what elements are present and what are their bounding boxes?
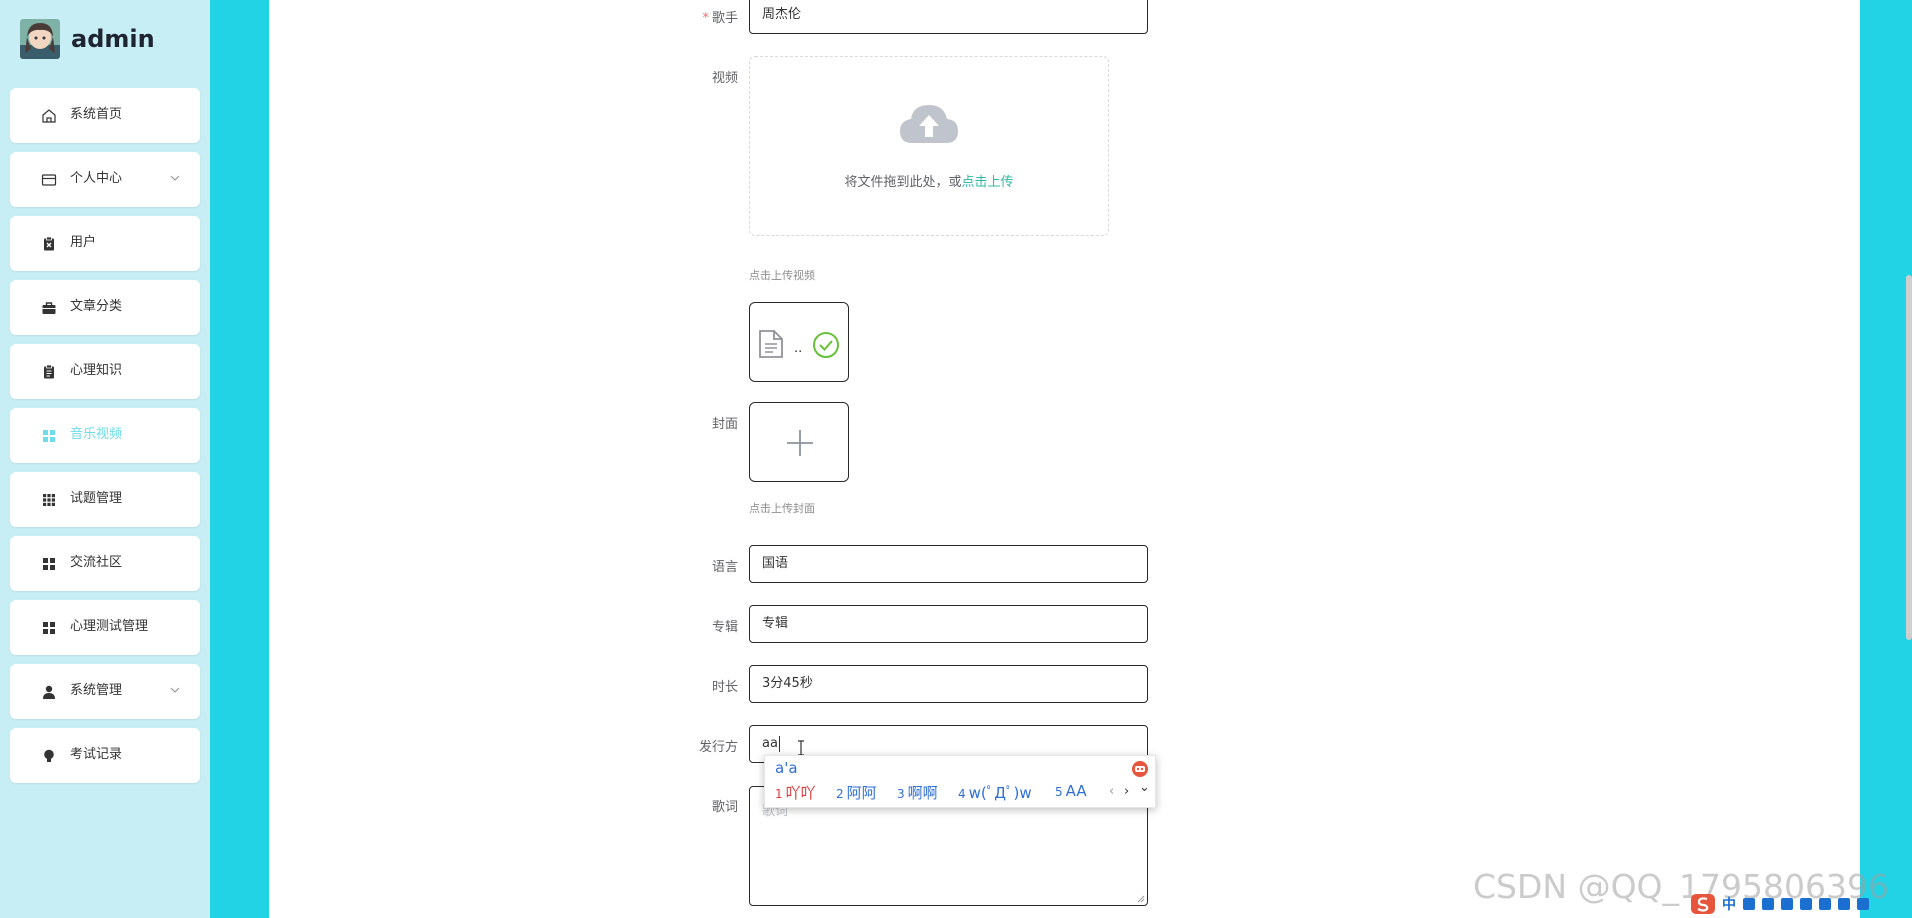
publisher-label: 发行方	[698, 740, 738, 755]
ime-prev-page-button[interactable]: ‹	[1109, 784, 1114, 799]
chevron-down-icon	[170, 687, 180, 693]
main-content: * 歌手 周杰伦 视频 将文件拖到此处，或点击上传 点击上传视频 .. 封面 点击…	[269, 0, 1860, 918]
toolbox-icon[interactable]	[1819, 898, 1831, 910]
sidebar-item-label: 音乐视频	[70, 427, 123, 442]
click-upload-link[interactable]: 点击上传	[962, 175, 1014, 190]
avatar	[20, 19, 60, 59]
sidebar-item-community[interactable]: 交流社区	[10, 536, 200, 591]
dropzone-text: 将文件拖到此处，或点击上传	[844, 175, 1014, 190]
sidebar-item-psych-test-management[interactable]: 心理测试管理	[10, 600, 200, 655]
duration-input[interactable]: 3分45秒	[749, 665, 1148, 703]
plus-icon	[787, 430, 813, 456]
ime-candidate-1[interactable]: 1 吖吖	[775, 782, 816, 803]
ime-language-toggle[interactable]: 中	[1722, 894, 1736, 914]
video-upload-tip: 点击上传视频	[749, 269, 815, 282]
video-upload-dropzone[interactable]: 将文件拖到此处，或点击上传	[749, 56, 1109, 236]
sidebar-item-label: 用户	[70, 235, 97, 250]
ime-candidate-4[interactable]: 4 w(ﾟДﾟ)w	[958, 782, 1032, 803]
bulb-icon	[44, 749, 54, 762]
chevron-down-icon	[170, 175, 180, 181]
ime-candidate-2[interactable]: 2 阿阿	[836, 782, 877, 803]
ime-candidate-popup: a'a 1 吖吖 2 阿阿 3 啊啊 4 w(ﾟДﾟ)w 5 AA ‹ › ⌄	[764, 755, 1156, 808]
sidebar-item-personal-center[interactable]: 个人中心	[10, 152, 200, 207]
cover-upload-button[interactable]	[749, 402, 849, 482]
text-cursor-icon	[798, 740, 804, 756]
clipboard-list-icon	[44, 364, 54, 379]
ime-expand-button[interactable]: ⌄	[1139, 780, 1150, 795]
ime-candidate-3[interactable]: 3 啊啊	[897, 782, 938, 803]
user-profile: admin	[20, 18, 155, 60]
sidebar-item-exam-records[interactable]: 考试记录	[10, 728, 200, 783]
sidebar-item-label: 系统首页	[70, 107, 123, 122]
ime-next-page-button[interactable]: ›	[1124, 784, 1129, 799]
video-label: 视频	[711, 71, 738, 86]
ime-skin-icon[interactable]	[1131, 760, 1149, 778]
ime-toolbar: 中	[1690, 890, 1912, 918]
clipboard-x-icon	[44, 236, 54, 251]
resize-handle-icon[interactable]	[1137, 895, 1145, 903]
username: admin	[71, 25, 155, 53]
punctuation-icon[interactable]	[1743, 898, 1755, 910]
singer-input[interactable]: 周杰伦	[749, 0, 1148, 34]
cloud-upload-icon	[900, 105, 958, 143]
grid-icon	[43, 622, 55, 634]
sidebar-item-music-video[interactable]: 音乐视频	[10, 408, 200, 463]
required-asterisk: *	[702, 11, 709, 26]
settings-icon[interactable]	[1857, 898, 1869, 910]
sidebar-item-article-category[interactable]: 文章分类	[10, 280, 200, 335]
document-icon	[759, 330, 783, 358]
sidebar-item-psych-knowledge[interactable]: 心理知识	[10, 344, 200, 399]
sidebar-item-label: 试题管理	[70, 491, 123, 506]
sidebar-item-label: 个人中心	[70, 171, 123, 186]
sogou-logo-icon[interactable]	[1690, 893, 1716, 915]
album-input[interactable]: 专辑	[749, 605, 1148, 643]
skin-icon[interactable]	[1800, 898, 1812, 910]
page-scrollbar[interactable]	[1906, 275, 1912, 640]
sidebar-item-users[interactable]: 用户	[10, 216, 200, 271]
sidebar-item-label: 考试记录	[70, 747, 123, 762]
language-input[interactable]: 国语	[749, 545, 1148, 583]
grid-icon	[43, 558, 55, 570]
cover-upload-tip: 点击上传封面	[749, 502, 815, 515]
sidebar-item-label: 系统管理	[70, 683, 123, 698]
sidebar: admin 系统首页 个人中心 用户 文章分类 心理知识 音乐视频 试题管理 交…	[0, 0, 210, 918]
briefcase-icon	[42, 302, 56, 314]
ime-composition: a'a	[775, 759, 798, 777]
home-icon	[42, 109, 56, 123]
album-label: 专辑	[711, 620, 738, 635]
sidebar-item-home[interactable]: 系统首页	[10, 88, 200, 143]
sidebar-item-label: 心理知识	[70, 363, 123, 378]
credit-card-icon	[41, 174, 57, 186]
sidebar-item-label: 交流社区	[70, 555, 123, 570]
microphone-icon[interactable]	[1762, 898, 1774, 910]
sidebar-item-label: 心理测试管理	[70, 619, 149, 634]
keyboard-icon[interactable]	[1781, 898, 1793, 910]
uploaded-video-file[interactable]: ..	[749, 302, 849, 382]
lyrics-label: 歌词	[711, 800, 738, 815]
sidebar-item-label: 文章分类	[70, 299, 123, 314]
language-label: 语言	[711, 560, 738, 575]
duration-label: 时长	[711, 680, 738, 695]
success-check-icon	[813, 332, 839, 358]
user-icon	[43, 685, 55, 699]
ime-candidate-5[interactable]: 5 AA	[1055, 782, 1087, 800]
grid-icon	[43, 430, 55, 442]
grid-9-icon	[43, 494, 55, 506]
file-name: ..	[794, 341, 803, 356]
sidebar-item-system-management[interactable]: 系统管理	[10, 664, 200, 719]
cover-label: 封面	[711, 417, 738, 432]
text-caret	[778, 735, 780, 752]
singer-label: * 歌手	[702, 11, 738, 26]
sidebar-item-question-management[interactable]: 试题管理	[10, 472, 200, 527]
grid-icon[interactable]	[1838, 898, 1850, 910]
